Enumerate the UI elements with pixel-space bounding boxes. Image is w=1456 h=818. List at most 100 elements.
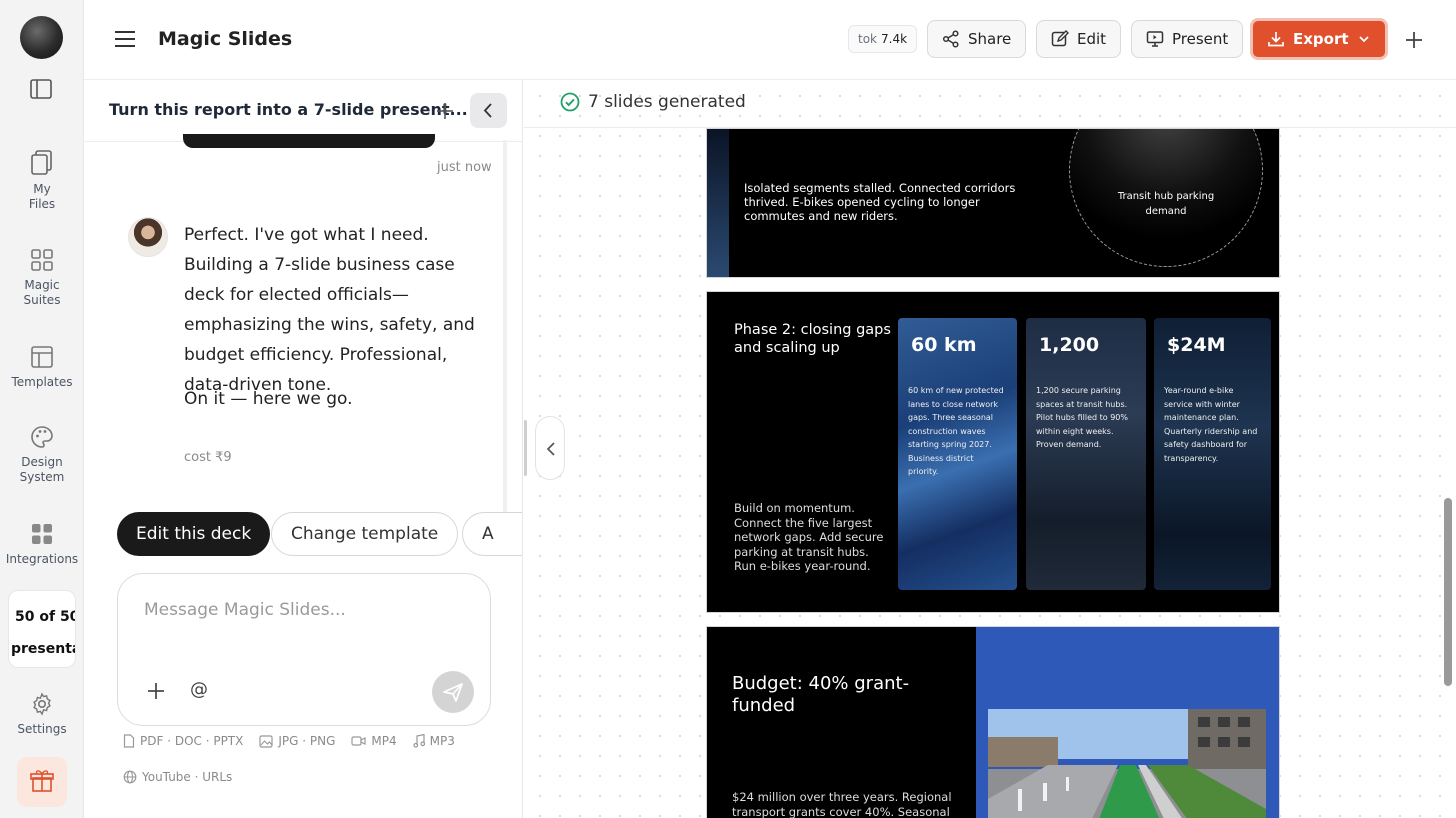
slide-thumbnail[interactable]: Isolated segments stalled. Connected cor…: [706, 128, 1280, 278]
user-avatar[interactable]: [20, 16, 63, 59]
gift-icon: [30, 770, 54, 792]
message-input[interactable]: [144, 600, 464, 620]
edit-button[interactable]: Edit: [1036, 20, 1122, 58]
panel-resize-handle[interactable]: [524, 420, 527, 476]
grid-icon: [31, 249, 53, 271]
rail-label: Magic: [24, 278, 60, 292]
stat-description: 1,200 secure parking spaces at transit h…: [1036, 386, 1128, 449]
message-timestamp: just now: [437, 160, 492, 175]
rail-item-design-system[interactable]: Design System: [0, 425, 84, 485]
token-value: 7.4k: [881, 32, 908, 46]
files-icon: [31, 150, 52, 175]
rail-label: Files: [28, 197, 56, 211]
slide-body-text: $24 million over three years. Regional t…: [732, 790, 952, 818]
stat-value: 60 km: [911, 334, 977, 356]
rail-item-templates[interactable]: Templates: [0, 345, 84, 390]
hamburger-menu-icon[interactable]: [114, 29, 136, 49]
stat-description: 60 km of new protected lanes to close ne…: [908, 386, 1004, 476]
youtube-label: YouTube · URLs: [142, 770, 233, 784]
rail-label: Settings: [17, 722, 67, 736]
change-template-chip[interactable]: Change template: [271, 512, 459, 556]
slide-thumbnail[interactable]: Phase 2: closing gaps and scaling up Bui…: [706, 291, 1280, 613]
gear-icon: [33, 692, 51, 716]
filetype-label: MP4: [371, 734, 397, 748]
stat-card: 60 km 60 km of new protected lanes to cl…: [898, 318, 1017, 590]
rail-label: Integrations: [5, 552, 79, 566]
integrations-icon: [32, 524, 52, 544]
edit-label: Edit: [1077, 30, 1107, 48]
video-filetype: MP4: [351, 734, 397, 748]
collapse-panel-button[interactable]: [535, 416, 565, 480]
mention-icon[interactable]: @: [190, 679, 208, 700]
slide-title: Budget: 40% grant-funded: [732, 673, 910, 716]
rail-label: System: [19, 470, 65, 484]
collapse-chat-button[interactable]: [470, 93, 507, 128]
sidebar-toggle-icon[interactable]: [30, 79, 52, 99]
download-icon: [1268, 32, 1284, 47]
video-icon: [351, 736, 366, 746]
message-composer: @: [117, 573, 491, 726]
quota-count: 50 of 50: [15, 609, 76, 625]
stat-card: $24M Year-round e-bike service with wint…: [1154, 318, 1271, 590]
status-text: 7 slides generated: [588, 92, 746, 112]
palette-icon: [31, 426, 53, 448]
export-button[interactable]: Export: [1250, 18, 1388, 60]
export-label: Export: [1293, 30, 1349, 48]
canvas-scrollbar[interactable]: [1444, 498, 1452, 686]
send-icon: [443, 683, 463, 702]
assistant-message: Perfect. I've got what I need. Building …: [184, 225, 475, 395]
chat-scrollbar[interactable]: [503, 140, 507, 520]
new-chat-icon[interactable]: [435, 101, 455, 121]
music-icon: [413, 734, 425, 748]
stat-value: $24M: [1167, 334, 1226, 356]
more-suggestion-chip[interactable]: A: [462, 512, 522, 556]
supported-filetypes: PDF · DOC · PPTX JPG · PNG MP4 MP3: [123, 734, 455, 748]
chat-panel: Turn this report into a 7-slide present.…: [85, 80, 523, 818]
image-icon: [259, 734, 273, 748]
present-label: Present: [1172, 30, 1229, 48]
share-icon: [942, 30, 959, 48]
doc-filetype: PDF · DOC · PPTX: [123, 734, 243, 748]
audio-filetype: MP3: [413, 734, 455, 748]
rail-item-magic-suites[interactable]: Magic Suites: [0, 248, 84, 308]
rail-item-settings[interactable]: Settings: [0, 692, 84, 737]
slide-body-text: Build on momentum. Connect the five larg…: [734, 501, 884, 573]
youtube-urls-hint: YouTube · URLs: [123, 770, 232, 784]
gift-button[interactable]: [17, 757, 67, 807]
chat-title: Turn this report into a 7-slide present.…: [109, 100, 468, 119]
globe-icon: [123, 770, 137, 784]
send-button[interactable]: [432, 671, 474, 713]
assistant-message-followup: On it — here we go.: [184, 389, 353, 409]
edit-deck-chip[interactable]: Edit this deck: [117, 512, 271, 556]
present-button[interactable]: Present: [1131, 20, 1244, 58]
filetype-label: JPG · PNG: [278, 734, 336, 748]
chevron-left-icon: [483, 103, 492, 118]
filetype-label: MP3: [429, 734, 455, 748]
rail-item-integrations[interactable]: Integrations: [0, 522, 84, 567]
rail-item-my-files[interactable]: My Files: [0, 150, 84, 212]
circle-label: Transit hub parking demand: [1117, 191, 1215, 217]
edit-icon: [1051, 30, 1069, 47]
chevron-down-icon: [1358, 36, 1369, 43]
rail-label: Templates: [11, 375, 73, 389]
share-button[interactable]: Share: [927, 20, 1027, 58]
document-icon: [123, 734, 135, 748]
image-filetype: JPG · PNG: [259, 734, 335, 748]
add-icon[interactable]: [1402, 28, 1426, 52]
generation-status: 7 slides generated: [560, 92, 746, 112]
app-title: Magic Slides: [158, 28, 293, 50]
quota-unit: presentations: [11, 641, 75, 657]
check-circle-icon: [560, 92, 580, 112]
slide-thumbnail[interactable]: Budget: 40% grant-funded $24 million ove…: [706, 626, 1280, 818]
bike-lane-photo: [988, 709, 1266, 818]
present-icon: [1146, 31, 1164, 47]
attach-plus-icon[interactable]: [146, 681, 166, 701]
quota-badge[interactable]: 50 of 50 presentations: [8, 590, 76, 668]
template-icon: [31, 346, 53, 368]
stat-value: 1,200: [1039, 334, 1100, 356]
rail-label: Design: [21, 455, 63, 469]
slide-accent-image: [707, 129, 729, 277]
left-rail: My Files Magic Suites Templates Design S…: [0, 0, 84, 818]
stat-description: Year-round e-bike service with winter ma…: [1164, 386, 1258, 463]
slides-canvas: 7 slides generated Isolated segments sta…: [524, 80, 1456, 818]
